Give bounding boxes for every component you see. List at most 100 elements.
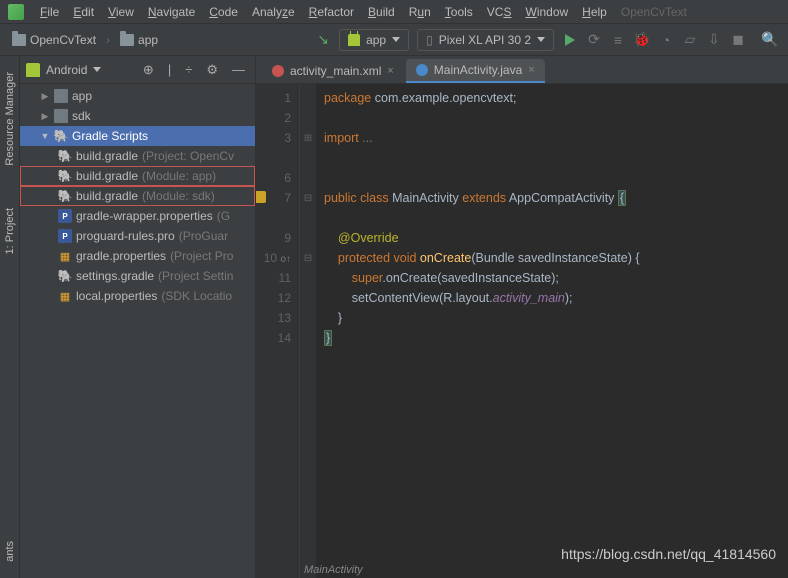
menu-file[interactable]: File (34, 3, 65, 21)
target-icon[interactable]: ⊕ (139, 62, 158, 78)
expand-arrow-icon: ▶ (40, 111, 50, 122)
bug-icon: 🐞 (633, 31, 650, 48)
java-class-icon (416, 64, 428, 76)
editor-tabs: activity_main.xml × MainActivity.java × (256, 56, 788, 84)
module-icon (54, 89, 68, 103)
run-button[interactable] (558, 28, 582, 52)
menu-analyze[interactable]: Analyze (246, 3, 301, 21)
close-icon[interactable]: × (387, 65, 393, 77)
chevron-down-icon (392, 37, 400, 42)
gradle-file-icon: 🐘 (58, 149, 72, 163)
gradle-file-icon: 🐘 (58, 169, 72, 183)
menu-vcs[interactable]: VCS (481, 3, 518, 21)
menu-view[interactable]: View (102, 3, 140, 21)
android-icon (26, 63, 40, 77)
sidebar-header: Android ⊕ | ÷ ⚙ — (20, 56, 255, 84)
tree-item-build-gradle-app[interactable]: 🐘build.gradle (Module: app) (20, 166, 255, 186)
project-tree: ▶app ▶sdk ▼🐘Gradle Scripts 🐘build.gradle… (20, 84, 255, 578)
menu-run[interactable]: Run (403, 3, 437, 21)
tree-item-proguard[interactable]: Pproguard-rules.pro (ProGuar (20, 226, 255, 246)
tree-item-build-gradle-sdk[interactable]: 🐘build.gradle (Module: sdk) (20, 186, 255, 206)
breadcrumb-app[interactable]: app (114, 31, 164, 49)
run-config-label: app (366, 33, 386, 47)
menu-code[interactable]: Code (203, 3, 244, 21)
warning-icon[interactable] (256, 191, 266, 203)
tree-node-app[interactable]: ▶app (20, 86, 255, 106)
code-area: 1236 7 9 10 o↑ 11121314 ⊞ ⊟ ⊟ package co… (256, 84, 788, 578)
stop-button[interactable]: ◼ (726, 28, 750, 52)
tab-activity-main-xml[interactable]: activity_main.xml × (262, 59, 404, 83)
tree-node-sdk[interactable]: ▶sdk (20, 106, 255, 126)
gradle-file-icon: 🐘 (58, 189, 72, 203)
gradle-file-icon: 🐘 (58, 269, 72, 283)
sdk-manager-button[interactable]: ⇩ (702, 28, 726, 52)
tree-item-local-properties[interactable]: ▦local.properties (SDK Locatio (20, 286, 255, 306)
code-editor[interactable]: package com.example.opencvtext; import .… (316, 84, 788, 578)
xml-file-icon (272, 65, 284, 77)
editor-breadcrumb[interactable]: MainActivity (304, 564, 363, 576)
properties-file-icon: ▦ (58, 249, 72, 263)
breadcrumb-label: app (138, 33, 158, 47)
tree-item-gradle-wrapper[interactable]: Pgradle-wrapper.properties (G (20, 206, 255, 226)
project-tab[interactable]: 1: Project (2, 202, 18, 260)
tab-label: MainActivity.java (434, 63, 522, 77)
profile-button[interactable]: ◔ (654, 28, 678, 52)
resource-manager-tab[interactable]: Resource Manager (2, 66, 18, 172)
fold-collapsed-icon[interactable]: ⊞ (300, 128, 316, 148)
menu-window[interactable]: Window (519, 3, 574, 21)
override-icon[interactable]: o↑ (280, 254, 291, 265)
device-selector[interactable]: ▯ Pixel XL API 30 2 (417, 29, 554, 51)
apply-code-changes-button[interactable]: ≡ (606, 28, 630, 52)
device-label: Pixel XL API 30 2 (439, 33, 531, 47)
tree-item-gradle-properties[interactable]: ▦gradle.properties (Project Pro (20, 246, 255, 266)
apply-changes-button[interactable]: ⟳ (582, 28, 606, 52)
menu-help[interactable]: Help (576, 3, 613, 21)
search-everywhere-button[interactable]: 🔍 (758, 28, 782, 52)
play-icon (565, 34, 575, 46)
folder-icon (12, 34, 26, 46)
android-studio-logo-icon (8, 4, 24, 20)
properties-file-icon: P (58, 229, 72, 243)
sync-gradle-button[interactable]: ↘ (311, 28, 335, 52)
breadcrumb-label: OpenCvText (30, 33, 96, 47)
menu-bar: File Edit View Navigate Code Analyze Ref… (0, 0, 788, 24)
menu-tools[interactable]: Tools (439, 3, 479, 21)
chevron-down-icon[interactable] (93, 67, 101, 72)
collapse-all-icon[interactable]: ÷ (181, 62, 196, 77)
properties-file-icon: ▦ (58, 289, 72, 303)
menu-edit[interactable]: Edit (67, 3, 100, 21)
tree-item-settings-gradle[interactable]: 🐘settings.gradle (Project Settin (20, 266, 255, 286)
tree-item-build-gradle-project[interactable]: 🐘build.gradle (Project: OpenCv (20, 146, 255, 166)
run-config-selector[interactable]: app (339, 29, 409, 51)
gradle-icon: 🐘 (54, 129, 68, 143)
editor-pane: activity_main.xml × MainActivity.java × 12… (256, 56, 788, 578)
settings-gear-icon[interactable]: ⚙ (202, 62, 222, 78)
sidebar-view-label[interactable]: Android (46, 63, 87, 77)
properties-file-icon: P (58, 209, 72, 223)
chevron-down-icon (537, 37, 545, 42)
hide-icon[interactable]: — (228, 62, 249, 77)
line-gutter[interactable]: 1236 7 9 10 o↑ 11121314 (256, 84, 300, 578)
android-icon (348, 34, 360, 46)
fold-expanded-icon[interactable]: ⊟ (300, 248, 316, 268)
close-icon[interactable]: × (528, 64, 534, 76)
watermark-text: https://blog.csdn.net/qq_41814560 (561, 546, 776, 562)
tab-label: activity_main.xml (290, 64, 381, 78)
breadcrumb-root[interactable]: OpenCvText (6, 31, 102, 49)
tab-main-activity-java[interactable]: MainActivity.java × (406, 59, 545, 83)
phone-icon: ▯ (426, 33, 433, 47)
ants-tab[interactable]: ants (2, 535, 18, 568)
toolbar: OpenCvText › app ↘ app ▯ Pixel XL API 30… (0, 24, 788, 56)
menu-navigate[interactable]: Navigate (142, 3, 201, 21)
menu-project-name: OpenCvText (615, 3, 693, 21)
expand-arrow-icon: ▶ (40, 91, 50, 102)
fold-expanded-icon[interactable]: ⊟ (300, 188, 316, 208)
left-tool-strip: Resource Manager 1: Project ants (0, 56, 20, 578)
menu-refactor[interactable]: Refactor (303, 3, 360, 21)
project-sidebar: Android ⊕ | ÷ ⚙ — ▶app ▶sdk ▼🐘Gradle Scr… (20, 56, 256, 578)
expand-arrow-icon: ▼ (40, 131, 50, 141)
tree-node-gradle-scripts[interactable]: ▼🐘Gradle Scripts (20, 126, 255, 146)
debug-button[interactable]: 🐞 (630, 28, 654, 52)
avd-manager-button[interactable]: ▱ (678, 28, 702, 52)
menu-build[interactable]: Build (362, 3, 401, 21)
